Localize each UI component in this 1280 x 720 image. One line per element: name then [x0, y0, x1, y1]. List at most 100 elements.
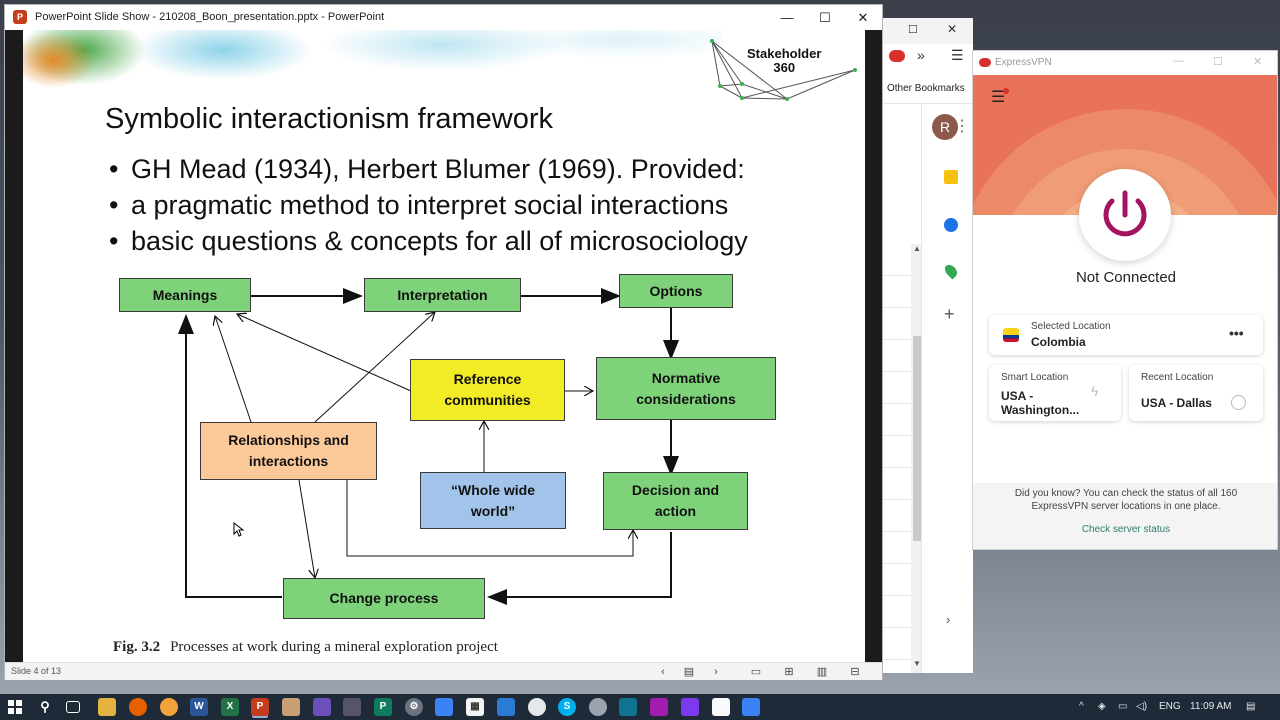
tray-chevron-icon[interactable]: ^	[1079, 701, 1084, 712]
chrome-icon[interactable]	[160, 698, 178, 716]
meanings-box: Meanings	[119, 278, 251, 312]
recent-location-card[interactable]: Recent Location USA - Dallas	[1129, 365, 1263, 421]
close-icon[interactable]: ✕	[1253, 55, 1262, 68]
language-indicator[interactable]: ENG	[1159, 701, 1181, 712]
chevron-right-icon[interactable]: ›	[946, 612, 950, 627]
recent-location-label: Recent Location	[1141, 372, 1214, 383]
decision-line1: Decision and	[631, 482, 720, 498]
scroll-up-icon[interactable]: ▲	[913, 244, 921, 253]
menu-icon[interactable]: ☰	[951, 47, 964, 64]
normal-view-icon[interactable]: ▭	[746, 664, 766, 680]
more-options-icon[interactable]: •••	[1229, 325, 1244, 341]
caption-text: Processes at work during a mineral explo…	[170, 639, 498, 655]
app-icon[interactable]	[497, 698, 515, 716]
previous-slide-icon[interactable]: ‹	[653, 664, 673, 680]
add-icon[interactable]: +	[944, 304, 955, 325]
slide-show-icon[interactable]: ⊟	[845, 664, 865, 680]
lightning-icon: ϟ	[1091, 383, 1099, 399]
keep-icon[interactable]	[944, 170, 958, 184]
app-icon[interactable]	[313, 698, 331, 716]
slide-sorter-icon[interactable]: ⊞	[779, 664, 799, 680]
close-icon[interactable]: ✕	[844, 5, 882, 30]
minimize-icon[interactable]: —	[1173, 55, 1184, 67]
smart-location-label: Smart Location	[1001, 372, 1069, 383]
word-icon[interactable]: W	[190, 698, 208, 716]
clock-time[interactable]: 11:09 AM	[1190, 701, 1232, 712]
powerpoint-window: P PowerPoint Slide Show - 210208_Boon_pr…	[4, 4, 883, 680]
vpn-window-title: ExpressVPN	[995, 57, 1052, 68]
powerpoint-taskbar-icon[interactable]: P	[251, 698, 269, 716]
maximize-icon[interactable]: ☐	[806, 5, 844, 30]
search-icon[interactable]: ⚲	[36, 698, 54, 716]
app-icon[interactable]	[282, 698, 300, 716]
browser-side-panel: ⋮⋮⋮ R + ›	[921, 104, 986, 673]
reading-view-icon[interactable]: ▥	[812, 664, 832, 680]
vpn-titlebar: ExpressVPN — ☐ ✕	[973, 51, 1277, 75]
reference-communities-box: Reference communities	[410, 359, 565, 421]
calculator-icon[interactable]: ▦	[466, 698, 484, 716]
change-process-box: Change process	[283, 578, 485, 619]
excel-icon[interactable]: X	[221, 698, 239, 716]
tasks-icon[interactable]	[944, 218, 958, 232]
powerpoint-logo-icon: P	[13, 10, 27, 24]
settings-icon[interactable]: ⚙	[405, 698, 423, 716]
smart-location-card[interactable]: Smart Location USA - Washington... ϟ	[989, 365, 1121, 421]
check-server-status-link[interactable]: Check server status	[973, 524, 1277, 535]
app-icon[interactable]	[619, 698, 637, 716]
status-bar: Slide 4 of 13 ‹ ▤ › ▭ ⊞ ▥ ⊟	[5, 662, 882, 680]
scroll-down-icon[interactable]: ▼	[913, 659, 921, 668]
file-explorer-icon[interactable]	[98, 698, 116, 716]
firefox-icon[interactable]	[129, 698, 147, 716]
slide[interactable]: Stakeholder 360 Symbolic interactionism …	[23, 30, 865, 662]
profile-avatar[interactable]: R	[932, 114, 958, 140]
maps-icon[interactable]	[942, 262, 960, 280]
notification-dot-icon	[1003, 88, 1009, 94]
app-icon[interactable]	[435, 698, 453, 716]
maximize-icon[interactable]: ☐	[908, 23, 918, 36]
tray-app-icon[interactable]: ◈	[1098, 701, 1106, 712]
app-icon[interactable]	[589, 698, 607, 716]
app-icon[interactable]	[343, 698, 361, 716]
minimize-icon[interactable]: —	[768, 5, 806, 30]
normative-considerations-box: Normative considerations	[596, 357, 776, 420]
caption-label: Fig. 3.2	[113, 639, 161, 655]
notepad-icon[interactable]	[712, 698, 730, 716]
slide-menu-icon[interactable]: ▤	[679, 664, 699, 680]
other-bookmarks[interactable]: Other Bookmarks	[887, 83, 965, 94]
windows-start-icon[interactable]	[8, 700, 22, 714]
network-icon[interactable]: ▭	[1118, 701, 1127, 712]
relationships-line2: interactions	[248, 453, 329, 469]
app-icon[interactable]	[742, 698, 760, 716]
chevron-more-icon[interactable]: »	[917, 47, 925, 63]
relationships-line1: Relationships and	[228, 432, 349, 448]
slide-stage: Stakeholder 360 Symbolic interactionism …	[5, 30, 882, 662]
whole-wide-world-box: “Whole wide world”	[420, 472, 566, 529]
app-icon[interactable]	[650, 698, 668, 716]
connect-power-button[interactable]	[1079, 169, 1171, 261]
whole-line2: world”	[470, 502, 516, 519]
stage-border-right	[865, 30, 882, 662]
selected-location-label: Selected Location	[1031, 321, 1111, 332]
relationships-interactions-box: Relationships and interactions	[200, 422, 377, 480]
decision-action-box: Decision and action	[603, 472, 748, 530]
maximize-icon[interactable]: ☐	[1213, 55, 1223, 68]
expressvpn-logo-icon	[979, 58, 991, 67]
options-box: Options	[619, 274, 733, 308]
next-slide-icon[interactable]: ›	[706, 664, 726, 680]
notifications-icon[interactable]: ▤	[1246, 701, 1255, 712]
task-view-icon[interactable]	[66, 701, 80, 713]
app-icon[interactable]	[528, 698, 546, 716]
normative-line1: Normative	[651, 369, 721, 386]
tip-text: Did you know? You can check the status o…	[1014, 488, 1238, 512]
clock-icon	[1231, 395, 1246, 410]
selected-location-card[interactable]: Selected Location Colombia •••	[989, 315, 1263, 355]
volume-icon[interactable]: ◁)	[1136, 701, 1147, 712]
app-icon[interactable]	[681, 698, 699, 716]
power-icon	[1103, 190, 1147, 237]
figure-caption: Fig. 3.2 Processes at work during a miner…	[113, 639, 498, 656]
publisher-icon[interactable]: P	[374, 698, 392, 716]
scrollbar-thumb[interactable]	[913, 336, 921, 541]
extension-icon[interactable]	[889, 50, 905, 62]
close-icon[interactable]: ✕	[947, 22, 957, 36]
skype-icon[interactable]: S	[558, 698, 576, 716]
